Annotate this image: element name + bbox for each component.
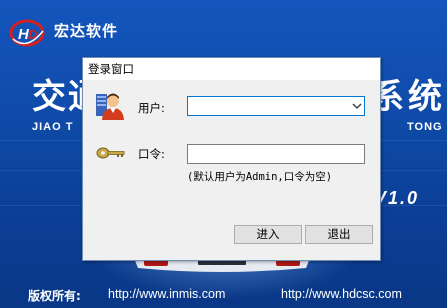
user-icon: [96, 93, 124, 120]
website-link-hdcsc: http://www.hdcsc.com: [281, 287, 402, 301]
exit-button[interactable]: 退出: [305, 225, 373, 244]
system-title-right: 系统: [370, 77, 446, 117]
default-login-hint: (默认用户为Admin,口令为空): [187, 171, 333, 183]
chevron-down-icon[interactable]: [352, 102, 362, 110]
company-name: 宏达软件: [54, 22, 119, 40]
enter-button[interactable]: 进入: [234, 225, 302, 244]
pinyin-title-left: JIAO T: [32, 121, 74, 133]
svg-text:D: D: [28, 27, 38, 42]
dialog-title-bar[interactable]: 登录窗口: [83, 58, 380, 80]
hd-logo-icon: H D: [9, 19, 45, 47]
copyright-label: 版权所有:: [28, 289, 81, 303]
dialog-title: 登录窗口: [88, 62, 134, 76]
username-dropdown[interactable]: [187, 96, 365, 116]
password-field[interactable]: [187, 144, 365, 164]
login-dialog: 登录窗口 用户: 口令: (默认用户为Admin,口令为空) 进入 退出: [82, 57, 381, 261]
pinyin-title-right: TONG: [407, 121, 443, 133]
key-icon: [96, 147, 125, 159]
username-label: 用户:: [138, 101, 165, 115]
website-link-inmis: http://www.inmis.com: [108, 287, 226, 301]
password-label: 口令:: [138, 147, 165, 161]
